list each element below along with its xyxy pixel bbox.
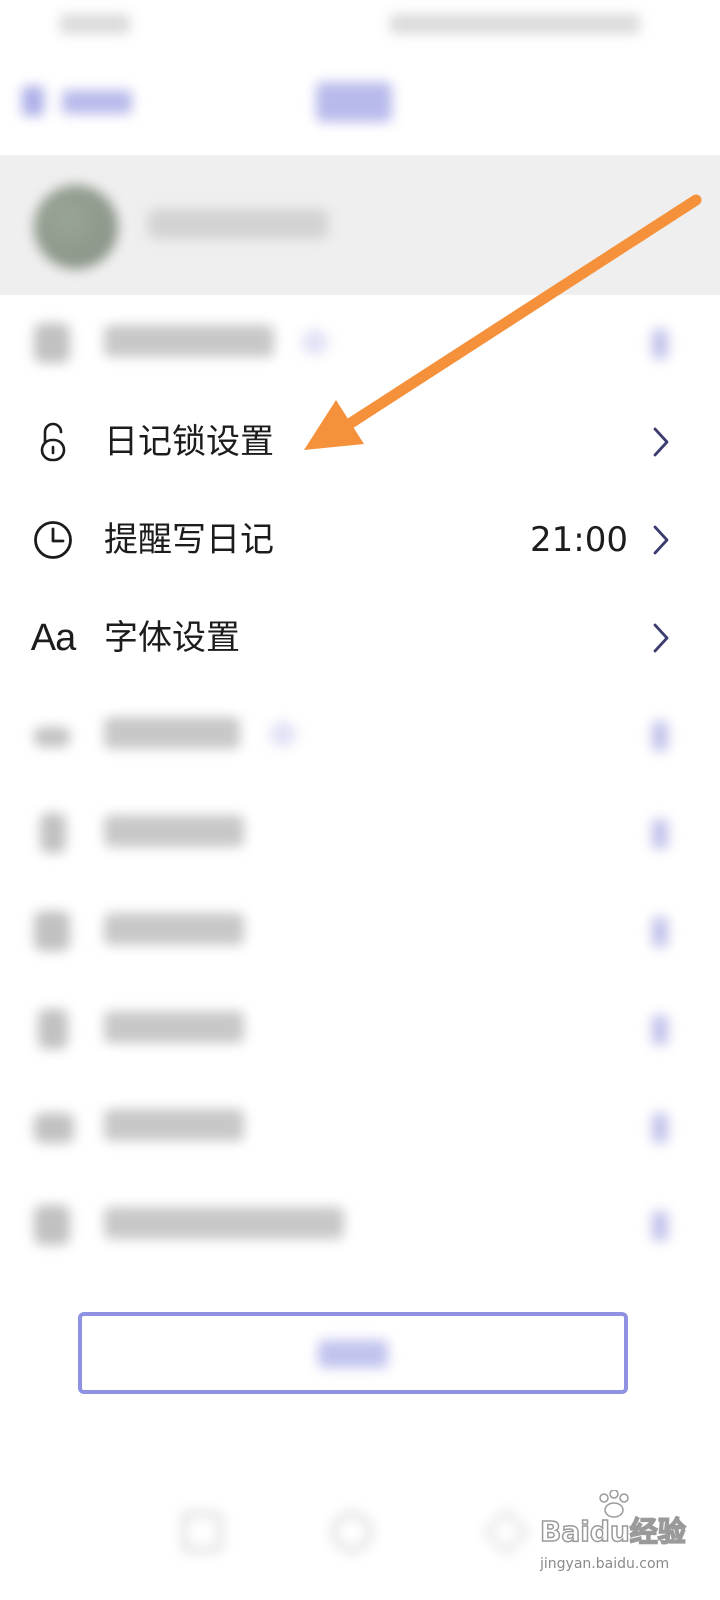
feedback-label [104,1207,344,1239]
settings-row-about[interactable] [0,1079,720,1177]
watermark-text: Baidu经验 [539,1514,686,1549]
chevron-right-icon [652,1015,668,1045]
account-label [104,815,244,847]
reminder-time: 21:00 [530,520,628,560]
chevron-right-icon [653,623,669,653]
edit-icon [34,1205,70,1245]
settings-row-account[interactable] [0,785,720,883]
baidu-watermark: Baidu经验 jingyan.baidu.com [539,1489,710,1590]
logout-label [318,1340,388,1368]
back-nav-icon[interactable] [483,1509,529,1555]
settings-row-feedback[interactable] [0,1177,720,1275]
settings-row-reminder[interactable]: 提醒写日记 21:00 [0,491,720,589]
diary-lock-label: 日记锁设置 [104,422,274,462]
profile-card[interactable] [0,155,720,295]
page-title [316,82,392,122]
settings-row-font[interactable]: Aa 字体设置 [0,589,720,687]
cloud-sync-icon [34,323,70,363]
settings-icon [38,1009,68,1049]
avatar [34,185,118,269]
profile-name [148,209,328,239]
chevron-right-icon [652,819,668,849]
status-bar [0,0,720,50]
status-icons [390,14,640,34]
bell-icon [34,911,70,951]
clock-icon [28,515,78,565]
chevron-right-icon [653,427,669,457]
chevron-right-icon [653,525,669,555]
about-icon [34,1113,74,1143]
settings-row-export[interactable] [0,687,720,785]
chevron-right-icon [652,917,668,947]
lock-icon [28,417,78,467]
settings-row-cloud-sync[interactable] [0,295,720,393]
export-label [104,717,240,749]
font-label: 字体设置 [104,618,240,658]
cloud-sync-label [104,325,274,357]
reminder-label: 提醒写日记 [104,520,274,560]
back-label [62,90,132,114]
notification-label [104,913,244,945]
status-time [60,14,130,34]
info-icon [302,329,328,355]
home-icon[interactable] [332,1512,372,1552]
watermark-url: jingyan.baidu.com [540,1556,670,1572]
export-icon [34,727,70,747]
chevron-right-icon [652,1211,668,1241]
back-chevron-icon [22,86,44,116]
settings-row-notification[interactable] [0,883,720,981]
account-icon [40,813,66,853]
more-label [104,1011,244,1043]
chevron-right-icon [652,721,668,751]
settings-row-diary-lock[interactable]: 日记锁设置 [0,393,720,491]
chevron-right-icon [652,1113,668,1143]
info-icon [270,721,296,747]
chevron-right-icon [652,329,668,359]
font-icon: Aa [28,613,78,663]
about-label [104,1109,244,1141]
recents-icon[interactable] [182,1512,222,1552]
back-button[interactable] [22,82,142,122]
logout-button[interactable] [78,1312,628,1394]
nav-bar [0,60,720,140]
settings-row-more[interactable] [0,981,720,1079]
font-icon-glyph: Aa [30,616,76,659]
